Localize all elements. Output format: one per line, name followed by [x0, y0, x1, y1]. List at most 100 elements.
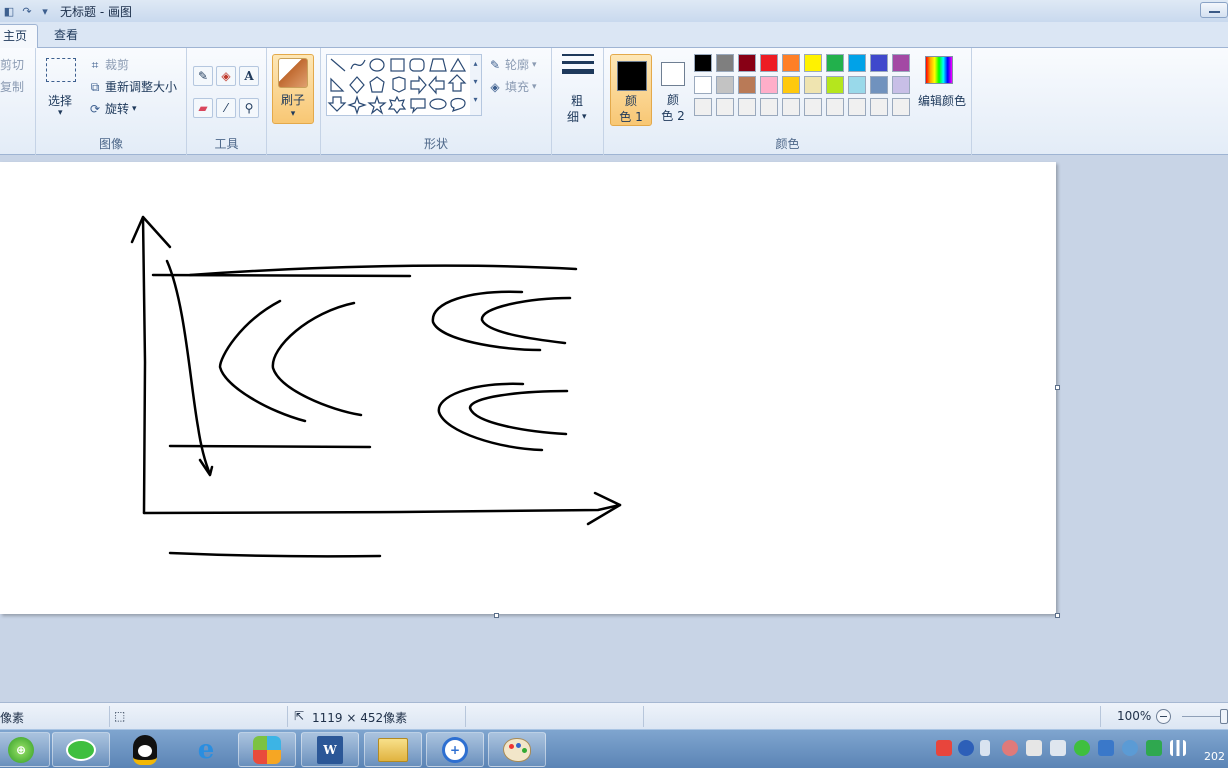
palette-color-swatch[interactable]: [782, 98, 800, 116]
outline-button[interactable]: ✎ 轮廓 ▾: [488, 56, 537, 73]
signal-icon[interactable]: [1170, 740, 1186, 756]
palette-color-swatch[interactable]: [694, 76, 712, 94]
taskbar-sync-button[interactable]: +: [426, 732, 484, 767]
fill-button[interactable]: ◈ 填充 ▾: [488, 78, 536, 95]
tray-arrow-icon[interactable]: [980, 740, 990, 756]
palette-color-swatch[interactable]: [694, 54, 712, 72]
taskbar-wechat-button[interactable]: [52, 732, 110, 767]
pencil-icon[interactable]: ✎: [193, 66, 213, 86]
palette-color-swatch[interactable]: [782, 54, 800, 72]
zoom-out-button[interactable]: [1156, 709, 1171, 724]
resize-handle-right[interactable]: [1055, 385, 1060, 390]
palette-color-swatch[interactable]: [892, 76, 910, 94]
minimize-button[interactable]: [1200, 2, 1228, 18]
clock[interactable]: 202: [1204, 750, 1225, 763]
stroke-up-arrowhead: [130, 215, 172, 249]
color2-button[interactable]: 颜色 2: [652, 54, 694, 126]
sogou-input-icon[interactable]: [936, 740, 952, 756]
palette-color-swatch[interactable]: [716, 98, 734, 116]
stroke-arc-6: [468, 389, 569, 436]
save-icon[interactable]: ◧: [2, 4, 16, 18]
stroke-arc-4: [480, 296, 572, 345]
select-button[interactable]: 选择: [48, 92, 72, 109]
palette-color-swatch[interactable]: [892, 54, 910, 72]
palette-color-swatch[interactable]: [892, 98, 910, 116]
palette-color-swatch[interactable]: [716, 54, 734, 72]
eraser-icon[interactable]: ▰: [193, 98, 213, 118]
color2-label: 颜色 2: [652, 92, 694, 124]
triangle-shape-icon: [449, 57, 467, 72]
edit-colors-button[interactable]: 编辑颜色: [914, 54, 966, 114]
line-shape-icon: [330, 58, 346, 72]
palette-color-swatch[interactable]: [870, 54, 888, 72]
select-dropdown-icon[interactable]: ▾: [58, 108, 63, 118]
rotate-button[interactable]: ⟳ 旋转 ▾: [88, 100, 137, 117]
drawing-canvas[interactable]: [0, 162, 1056, 614]
taskbar-paint-button[interactable]: [488, 732, 546, 767]
palette-color-swatch[interactable]: [826, 54, 844, 72]
palette-color-swatch[interactable]: [804, 98, 822, 116]
palette-color-swatch[interactable]: [870, 76, 888, 94]
select-icon[interactable]: [46, 58, 76, 82]
size-label-line2: 细: [567, 110, 580, 124]
palette-color-swatch[interactable]: [738, 98, 756, 116]
wechat-icon: [66, 738, 96, 761]
palette-color-swatch[interactable]: [848, 54, 866, 72]
stroke-x-axis: [142, 503, 622, 515]
volume-icon[interactable]: [1050, 740, 1066, 756]
resize-handle-corner[interactable]: [1055, 613, 1060, 618]
taskbar-360-button[interactable]: ⊕: [0, 732, 50, 767]
color1-button[interactable]: 颜色 1: [610, 54, 652, 126]
taskbar-ie-button[interactable]: e: [177, 732, 235, 767]
palette-color-swatch[interactable]: [826, 98, 844, 116]
brushes-button[interactable]: 刷子 ▾: [272, 54, 314, 124]
taskbar-word-button[interactable]: W: [301, 732, 359, 767]
taskbar-app-store-button[interactable]: [238, 732, 296, 767]
qat-dropdown-icon[interactable]: ▾: [38, 4, 52, 18]
text-tool-icon[interactable]: A: [239, 66, 259, 86]
cut-button[interactable]: 剪切: [0, 56, 24, 73]
palette-color-swatch[interactable]: [826, 76, 844, 94]
palette-color-swatch[interactable]: [804, 54, 822, 72]
color-picker-icon[interactable]: ⁄: [216, 98, 236, 118]
fill-bucket-icon[interactable]: ◈: [216, 66, 236, 86]
palette-color-swatch[interactable]: [738, 54, 756, 72]
magnifier-icon[interactable]: ⚲: [239, 98, 259, 118]
taskbar-explorer-button[interactable]: [364, 732, 422, 767]
palette-color-swatch[interactable]: [760, 54, 778, 72]
taskbar-qq-button[interactable]: [116, 732, 174, 767]
palette-color-swatch[interactable]: [848, 98, 866, 116]
resize-button[interactable]: ⧉ 重新调整大小: [88, 78, 177, 95]
resize-handle-bottom[interactable]: [494, 613, 499, 618]
palette-color-swatch[interactable]: [760, 98, 778, 116]
copy-button[interactable]: 复制: [0, 78, 24, 95]
palette-color-swatch[interactable]: [848, 76, 866, 94]
palette-color-swatch[interactable]: [738, 76, 756, 94]
palette-color-swatch[interactable]: [716, 76, 734, 94]
size-button[interactable]: 细 ▾: [567, 108, 587, 125]
color1-label: 颜色 1: [611, 93, 651, 125]
tray-flower-icon[interactable]: [1002, 740, 1018, 756]
tray-wechat-icon[interactable]: [1074, 740, 1090, 756]
palette-color-swatch[interactable]: [760, 76, 778, 94]
zoom-slider-thumb[interactable]: [1220, 709, 1228, 724]
shapes-gallery-icons[interactable]: [327, 55, 473, 115]
curve-shape-icon: [350, 59, 366, 70]
palette-color-swatch[interactable]: [694, 98, 712, 116]
crop-button[interactable]: ⌗ 裁剪: [88, 56, 129, 73]
tray-device-icon[interactable]: [1026, 740, 1042, 756]
line-width-icon[interactable]: [562, 54, 594, 84]
fill-label: 填充: [505, 80, 530, 94]
tab-home[interactable]: 主页: [0, 24, 39, 48]
tray-sync-icon[interactable]: [1122, 740, 1138, 756]
shapes-scroll[interactable]: ▴ ▾ ▾: [470, 54, 482, 116]
workspace: [0, 155, 1228, 702]
tray-shield-icon[interactable]: [1146, 740, 1162, 756]
palette-color-swatch[interactable]: [804, 76, 822, 94]
redo-icon[interactable]: ↷: [20, 4, 34, 18]
tab-view[interactable]: 查看: [44, 24, 88, 48]
palette-color-swatch[interactable]: [870, 98, 888, 116]
help-icon[interactable]: [958, 740, 974, 756]
palette-color-swatch[interactable]: [782, 76, 800, 94]
tray-network-icon[interactable]: [1098, 740, 1114, 756]
